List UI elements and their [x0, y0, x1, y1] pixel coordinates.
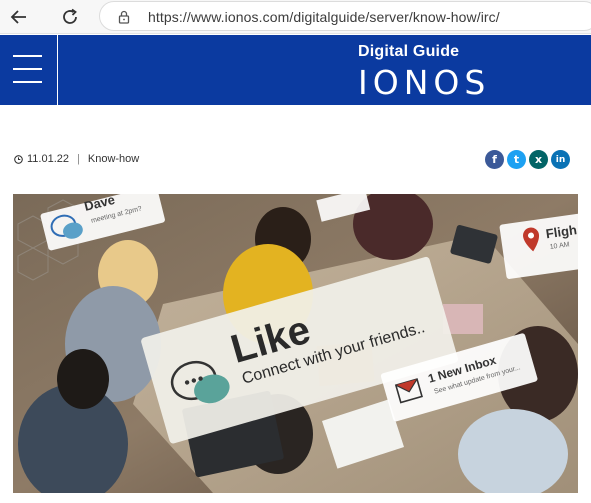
browser-toolbar: https://www.ionos.com/digitalguide/serve… [0, 0, 591, 34]
hamburger-line [13, 81, 42, 83]
address-bar[interactable]: https://www.ionos.com/digitalguide/serve… [99, 1, 591, 31]
reload-button[interactable] [57, 4, 83, 30]
twitter-icon: t [513, 153, 520, 166]
hero-image: Dave meeting at 2pm? Fligh 10 AM Like Co… [13, 194, 578, 493]
meta-separator: | [77, 153, 80, 165]
facebook-share-button[interactable]: f [485, 150, 504, 169]
article-meta: 11.01.22 | Know-how [14, 153, 139, 165]
facebook-icon: f [492, 153, 497, 166]
xing-icon: x [534, 153, 543, 166]
article-date: 11.01.22 [27, 153, 70, 165]
reload-icon [63, 8, 77, 24]
linkedin-share-button[interactable]: in [551, 150, 570, 169]
hamburger-line [13, 68, 42, 70]
brand-logo[interactable]: IONOS [358, 63, 490, 102]
back-button[interactable] [6, 4, 32, 30]
url-text[interactable]: https://www.ionos.com/digitalguide/serve… [148, 9, 500, 25]
clock-icon [14, 154, 23, 164]
menu-button[interactable] [0, 35, 58, 105]
twitter-share-button[interactable]: t [507, 150, 526, 169]
article-category[interactable]: Know-how [88, 153, 139, 165]
brand-subtitle[interactable]: Digital Guide [358, 43, 459, 61]
xing-share-button[interactable]: x [529, 150, 548, 169]
arrow-left-icon [10, 10, 26, 24]
site-header: Digital Guide IONOS [0, 35, 591, 105]
linkedin-icon: in [555, 154, 566, 165]
lock-icon [118, 10, 130, 24]
hamburger-line [13, 55, 42, 57]
share-buttons: f t x in [485, 150, 570, 169]
